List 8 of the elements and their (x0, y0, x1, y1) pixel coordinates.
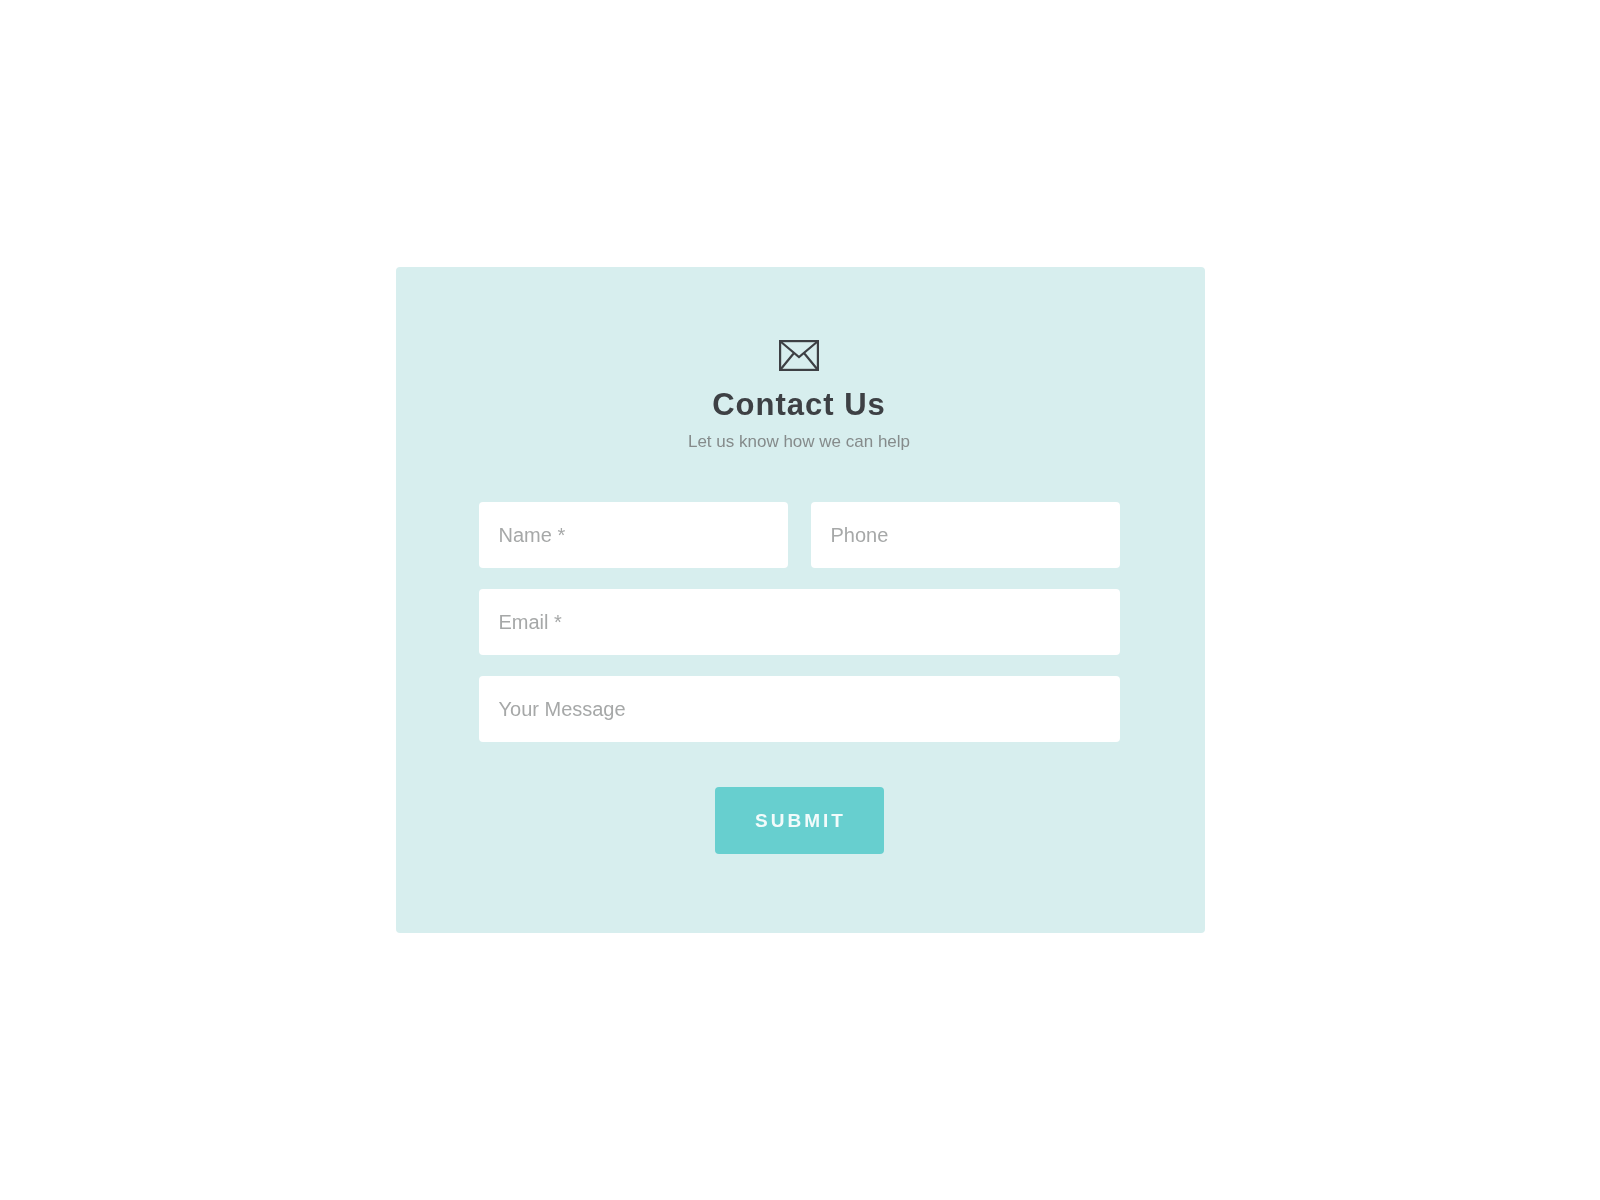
envelope-icon (779, 340, 819, 371)
form-title: Contact Us (712, 387, 886, 423)
input-field[interactable]: Name * (478, 502, 788, 568)
submit-button[interactable]: SUBMIT (714, 787, 884, 854)
input-field[interactable]: Phone (810, 502, 1120, 568)
form-subtitle: Let us know how we can help (687, 431, 911, 453)
input-field[interactable]: Email * (478, 589, 1120, 655)
input-field[interactable]: Your Message (478, 676, 1120, 742)
